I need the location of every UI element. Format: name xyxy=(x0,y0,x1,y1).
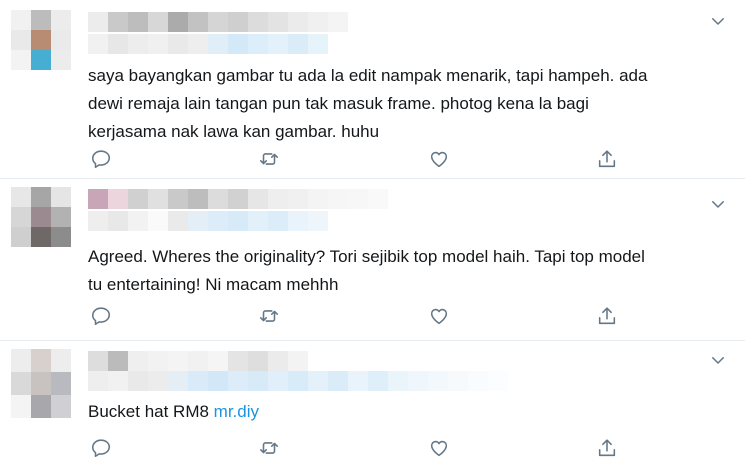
share-icon[interactable] xyxy=(596,148,622,170)
tweet-text-content: Bucket hat RM8 xyxy=(88,402,214,421)
reply-icon[interactable] xyxy=(90,148,116,170)
chevron-down-icon[interactable] xyxy=(709,195,727,213)
author-name[interactable] xyxy=(88,351,308,371)
like-icon[interactable] xyxy=(428,305,454,327)
share-icon[interactable] xyxy=(596,305,622,327)
author-handle[interactable] xyxy=(88,34,328,54)
retweet-icon[interactable] xyxy=(258,148,284,170)
tweet-actions xyxy=(88,148,648,170)
tweet-2[interactable]: Agreed. Wheres the originality? Tori sej… xyxy=(0,178,745,340)
retweet-icon[interactable] xyxy=(258,437,284,459)
author-handle[interactable] xyxy=(88,211,328,231)
retweet-icon[interactable] xyxy=(258,305,284,327)
tweet-link[interactable]: mr.diy xyxy=(214,402,259,421)
avatar[interactable] xyxy=(11,10,71,70)
tweet-text: Bucket hat RM8 mr.diy xyxy=(88,398,728,426)
author-name[interactable] xyxy=(88,12,348,32)
avatar[interactable] xyxy=(11,349,71,419)
tweet-text: Agreed. Wheres the originality? Tori sej… xyxy=(88,247,645,294)
author-handle[interactable] xyxy=(88,371,508,391)
tweet-3[interactable]: Bucket hat RM8 mr.diy xyxy=(0,340,745,467)
share-icon[interactable] xyxy=(596,437,622,459)
reply-icon[interactable] xyxy=(90,437,116,459)
tweet-1[interactable]: saya bayangkan gambar tu ada la edit nam… xyxy=(0,0,745,178)
author-name[interactable] xyxy=(88,189,388,209)
tweet-text: saya bayangkan gambar tu ada la edit nam… xyxy=(88,66,648,141)
chevron-down-icon[interactable] xyxy=(709,12,727,30)
like-icon[interactable] xyxy=(428,437,454,459)
chevron-down-icon[interactable] xyxy=(709,351,727,369)
like-icon[interactable] xyxy=(428,148,454,170)
tweet-actions xyxy=(88,305,648,327)
reply-icon[interactable] xyxy=(90,305,116,327)
avatar[interactable] xyxy=(11,187,71,247)
tweet-actions xyxy=(88,437,648,459)
